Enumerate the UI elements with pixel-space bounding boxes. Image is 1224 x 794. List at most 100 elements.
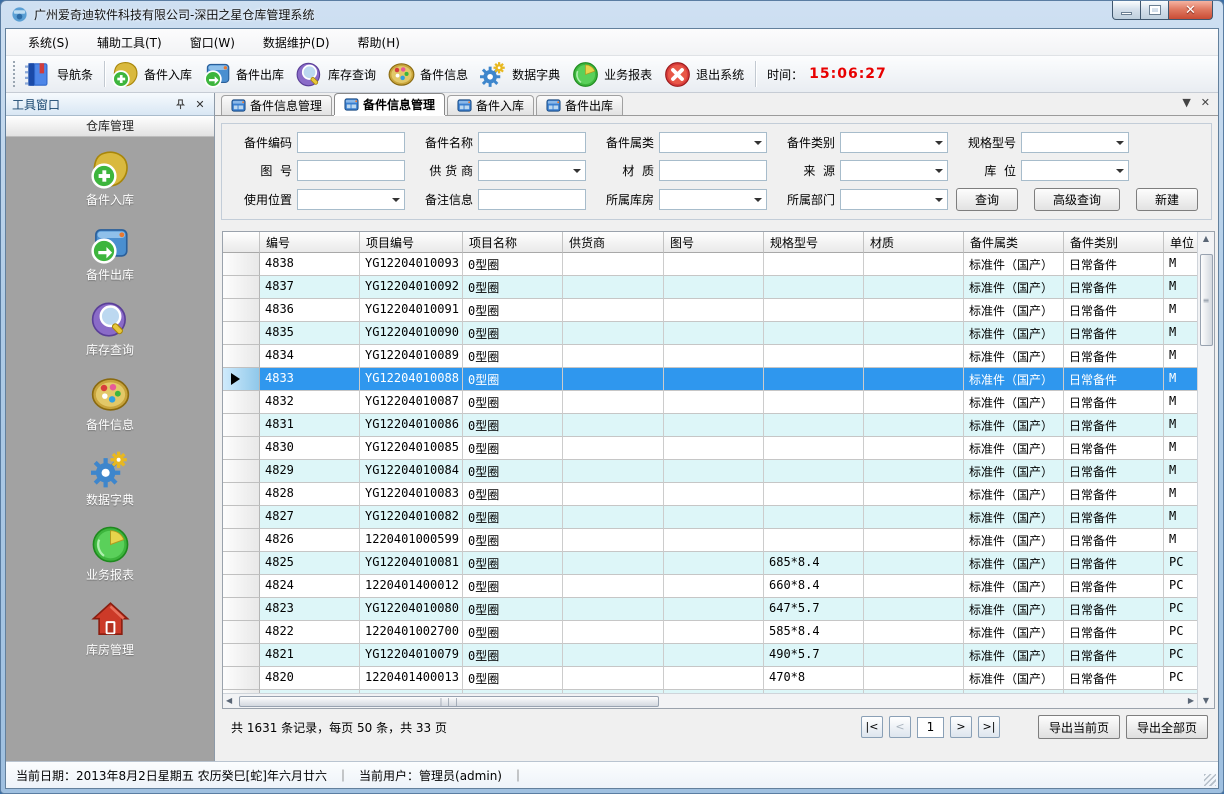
form-select-供 货 商[interactable]: [478, 160, 586, 181]
column-header-供货商[interactable]: 供货商: [563, 232, 664, 253]
scroll-right-icon[interactable]: ▶: [1185, 694, 1197, 708]
toolbar-grip[interactable]: [11, 61, 18, 87]
hscroll-thumb[interactable]: ❘❘❘: [239, 696, 659, 707]
table-row[interactable]: 4830YG122040100850型圈标准件（国产）日常备件M: [223, 437, 1197, 460]
table-row[interactable]: 4832YG122040100870型圈标准件（国产）日常备件M: [223, 391, 1197, 414]
row-selector-cell[interactable]: [223, 437, 260, 460]
row-selector-cell[interactable]: [223, 667, 260, 690]
form-input-备注信息[interactable]: [478, 189, 586, 210]
table-row[interactable]: 4825YG122040100810型圈685*8.4标准件（国产）日常备件PC: [223, 552, 1197, 575]
row-selector-cell[interactable]: [223, 598, 260, 621]
toolbar-button-4[interactable]: 库存查询: [292, 58, 384, 91]
form-input-备件名称[interactable]: [478, 132, 586, 153]
toolbar-button-1[interactable]: 导航条: [21, 58, 101, 91]
menu-item-3[interactable]: 窗口(W): [180, 30, 245, 55]
titlebar[interactable]: 广州爱奇迪软件科技有限公司-深田之星仓库管理系统 ✕: [5, 1, 1219, 28]
form-input-图 号[interactable]: [297, 160, 405, 181]
row-selector-cell[interactable]: [223, 483, 260, 506]
sidebar-item-6[interactable]: 业务报表: [6, 525, 214, 583]
column-header-项目编号[interactable]: 项目编号: [360, 232, 463, 253]
sidebar-item-2[interactable]: 备件出库: [6, 225, 214, 283]
maximize-button[interactable]: [1140, 1, 1169, 20]
toolbar-button-3[interactable]: 备件出库: [200, 58, 292, 91]
row-selector-cell[interactable]: [223, 391, 260, 414]
table-row[interactable]: 4831YG122040100860型圈标准件（国产）日常备件M: [223, 414, 1197, 437]
tab-4[interactable]: 备件出库: [536, 95, 623, 115]
form-select-来 源[interactable]: [840, 160, 948, 181]
table-row[interactable]: 482612204010005990型圈标准件（国产）日常备件M: [223, 529, 1197, 552]
sidebar-item-4[interactable]: 备件信息: [6, 375, 214, 433]
table-row[interactable]: 4835YG122040100900型圈标准件（国产）日常备件M: [223, 322, 1197, 345]
menu-item-4[interactable]: 数据维护(D): [253, 30, 340, 55]
toolbar-button-2[interactable]: 备件入库: [108, 58, 200, 91]
vscroll-thumb[interactable]: ≡: [1200, 254, 1213, 346]
close-panel-icon[interactable]: ✕: [192, 96, 208, 112]
form-select-备件类别[interactable]: [840, 132, 948, 153]
menu-item-5[interactable]: 帮助(H): [348, 30, 410, 55]
row-selector-cell[interactable]: [223, 575, 260, 598]
menu-item-1[interactable]: 系统(S): [18, 30, 79, 55]
close-button[interactable]: ✕: [1168, 1, 1213, 20]
sidebar-item-7[interactable]: 库房管理: [6, 600, 214, 658]
table-row[interactable]: 482412204014000120型圈660*8.4标准件（国产）日常备件PC: [223, 575, 1197, 598]
row-selector-cell[interactable]: [223, 460, 260, 483]
toolbar-button-6[interactable]: 数据字典: [476, 58, 568, 91]
horizontal-scrollbar[interactable]: ◀ ❘❘❘ ▶: [223, 693, 1197, 708]
tab-3[interactable]: 备件入库: [447, 95, 534, 115]
column-header-材质[interactable]: 材质: [864, 232, 964, 253]
form-select-库 位[interactable]: [1021, 160, 1129, 181]
sidebar-item-3[interactable]: 库存查询: [6, 300, 214, 358]
scroll-down-icon[interactable]: ▼: [1200, 694, 1212, 708]
form-input-备件编码[interactable]: [297, 132, 405, 153]
form-select-所属库房[interactable]: [659, 189, 767, 210]
row-selector-cell[interactable]: [223, 368, 260, 391]
row-selector-cell[interactable]: [223, 552, 260, 575]
resize-grip[interactable]: [1204, 774, 1216, 786]
export-current-page-button[interactable]: 导出当前页: [1038, 715, 1120, 739]
form-select-备件属类[interactable]: [659, 132, 767, 153]
column-header-项目名称[interactable]: 项目名称: [463, 232, 563, 253]
toolbar-button-8[interactable]: 退出系统: [660, 58, 752, 91]
tab-2[interactable]: 备件信息管理: [334, 93, 445, 115]
tab-list-dropdown-icon[interactable]: ▼: [1182, 96, 1190, 109]
row-selector-cell[interactable]: [223, 644, 260, 667]
column-header-备件类别[interactable]: 备件类别: [1064, 232, 1164, 253]
page-number-input[interactable]: [917, 717, 944, 738]
row-selector-cell[interactable]: [223, 621, 260, 644]
table-row[interactable]: 482212204010027000型圈585*8.4标准件（国产）日常备件PC: [223, 621, 1197, 644]
form-select-规格型号[interactable]: [1021, 132, 1129, 153]
table-row[interactable]: 4834YG122040100890型圈标准件（国产）日常备件M: [223, 345, 1197, 368]
table-row[interactable]: 4836YG122040100910型圈标准件（国产）日常备件M: [223, 299, 1197, 322]
row-selector-cell[interactable]: [223, 529, 260, 552]
table-row-selected[interactable]: 4833YG122040100880型圈标准件（国产）日常备件M: [223, 368, 1197, 391]
new-button[interactable]: 新建: [1136, 188, 1198, 211]
table-row[interactable]: 4829YG122040100840型圈标准件（国产）日常备件M: [223, 460, 1197, 483]
toolbar-button-5[interactable]: 备件信息: [384, 58, 476, 91]
table-row[interactable]: 482012204014000130型圈470*8标准件（国产）日常备件PC: [223, 667, 1197, 690]
table-row[interactable]: 4821YG122040100790型圈490*5.7标准件（国产）日常备件PC: [223, 644, 1197, 667]
next-page-button[interactable]: >: [950, 716, 972, 738]
column-header-规格型号[interactable]: 规格型号: [764, 232, 864, 253]
sidebar-item-5[interactable]: 数据字典: [6, 450, 214, 508]
pin-icon[interactable]: [172, 96, 188, 112]
sidebar-item-1[interactable]: 备件入库: [6, 150, 214, 208]
menu-item-2[interactable]: 辅助工具(T): [87, 30, 172, 55]
prev-page-button[interactable]: <: [889, 716, 911, 738]
advanced-query-button[interactable]: 高级查询: [1034, 188, 1120, 211]
row-selector-cell[interactable]: [223, 299, 260, 322]
scroll-left-icon[interactable]: ◀: [223, 694, 235, 708]
column-header-图号[interactable]: 图号: [664, 232, 764, 253]
column-header-单位[interactable]: 单位: [1164, 232, 1197, 253]
export-all-pages-button[interactable]: 导出全部页: [1126, 715, 1208, 739]
row-selector-cell[interactable]: [223, 276, 260, 299]
form-input-材 质[interactable]: [659, 160, 767, 181]
column-header-编号[interactable]: 编号: [260, 232, 360, 253]
row-selector-cell[interactable]: [223, 253, 260, 276]
table-row[interactable]: 4827YG122040100820型圈标准件（国产）日常备件M: [223, 506, 1197, 529]
first-page-button[interactable]: |<: [861, 716, 883, 738]
tab-close-icon[interactable]: ✕: [1201, 96, 1210, 109]
table-row[interactable]: 4823YG122040100800型圈647*5.7标准件（国产）日常备件PC: [223, 598, 1197, 621]
form-select-使用位置[interactable]: [297, 189, 405, 210]
scroll-up-icon[interactable]: ▲: [1200, 232, 1212, 246]
table-row[interactable]: 4828YG122040100830型圈标准件（国产）日常备件M: [223, 483, 1197, 506]
